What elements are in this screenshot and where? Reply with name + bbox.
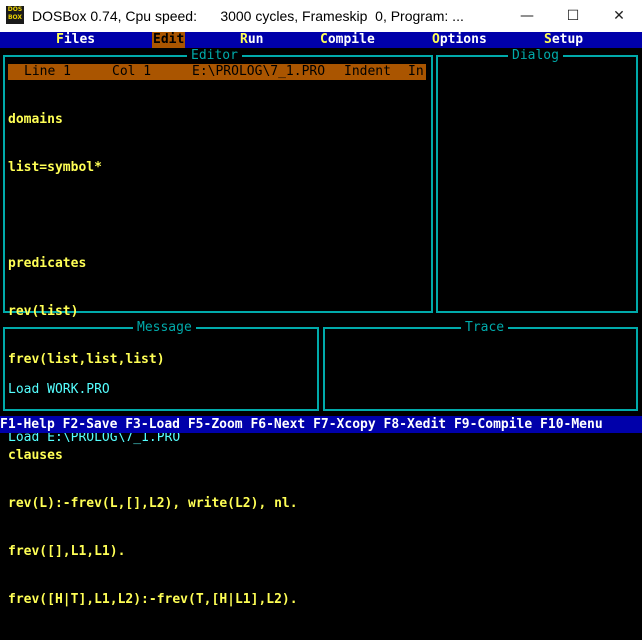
menu-options-hotkey: O	[432, 32, 440, 47]
menu-run-hotkey: R	[240, 32, 248, 47]
code-line: frev([H|T],L1,L2):-frev(T,[H|L1],L2).	[8, 592, 298, 607]
menu-options-label: ptions	[439, 32, 487, 47]
menu-files-label: iles	[63, 32, 96, 47]
code-line: frev([],L1,L1).	[8, 544, 126, 559]
minimize-icon: —	[520, 8, 534, 24]
status-insert: In	[408, 64, 424, 79]
status-indent: Indent	[344, 64, 391, 79]
close-button[interactable]: ✕	[596, 0, 642, 32]
status-column: Col 1	[112, 64, 152, 79]
status-file: E:\PROLOG\7_1.PRO	[192, 64, 326, 79]
code-line: list=symbol*	[8, 160, 102, 175]
menu-compile[interactable]: Compile	[320, 32, 375, 48]
menu-bar: Files Edit Run Compile Options Setup	[0, 32, 642, 48]
menu-compile-hotkey: C	[320, 32, 328, 47]
dosbox-window: DOS BOX DOSBox 0.74, Cpu speed: 3000 cyc…	[0, 0, 642, 607]
menu-files[interactable]: Files	[56, 32, 95, 48]
message-title: Message	[133, 320, 196, 336]
window-title: DOSBox 0.74, Cpu speed: 3000 cycles, Fra…	[32, 8, 464, 24]
code-line: rev(L):-frev(L,[],L2), write(L2), nl.	[8, 496, 298, 511]
status-line: Line 1	[24, 64, 71, 79]
dialog-title: Dialog	[508, 48, 563, 64]
menu-setup[interactable]: Setup	[544, 32, 583, 48]
menu-run-label: un	[247, 32, 264, 47]
message-line: Load WORK.PRO	[8, 382, 110, 397]
menu-setup-label: etup	[551, 32, 584, 47]
menu-edit[interactable]: Edit	[152, 32, 186, 48]
dialog-panel[interactable]: Dialog	[436, 48, 638, 313]
message-text: Load WORK.PRO Load E:\PROLOG\7_1.PRO	[8, 350, 308, 478]
code-line: domains	[8, 112, 63, 127]
menu-run[interactable]: Run	[240, 32, 263, 48]
code-line: predicates	[8, 256, 87, 271]
menu-compile-label: ompile	[327, 32, 375, 47]
code-line: rev(list)	[8, 304, 79, 319]
trace-title: Trace	[461, 320, 509, 336]
menu-setup-hotkey: S	[544, 32, 552, 47]
maximize-icon: ☐	[566, 8, 580, 24]
editor-title: Editor	[187, 48, 242, 64]
editor-status-bar: Line 1 Col 1 E:\PROLOG\7_1.PRO Indent In	[8, 64, 426, 80]
menu-edit-label: dit	[160, 32, 185, 47]
dosbox-app-icon: DOS BOX	[6, 6, 24, 24]
minimize-button[interactable]: —	[504, 0, 550, 32]
menu-edit-hotkey: E	[153, 32, 161, 47]
function-key-bar[interactable]: F1-Help F2-Save F3-Load F5-Zoom F6-Next …	[0, 416, 642, 433]
maximize-button[interactable]: ☐	[550, 0, 596, 32]
menu-files-hotkey: F	[56, 32, 64, 47]
close-icon: ✕	[613, 8, 625, 24]
trace-panel: Trace	[323, 320, 638, 411]
menu-options[interactable]: Options	[432, 32, 487, 48]
title-bar[interactable]: DOS BOX DOSBox 0.74, Cpu speed: 3000 cyc…	[0, 0, 642, 32]
